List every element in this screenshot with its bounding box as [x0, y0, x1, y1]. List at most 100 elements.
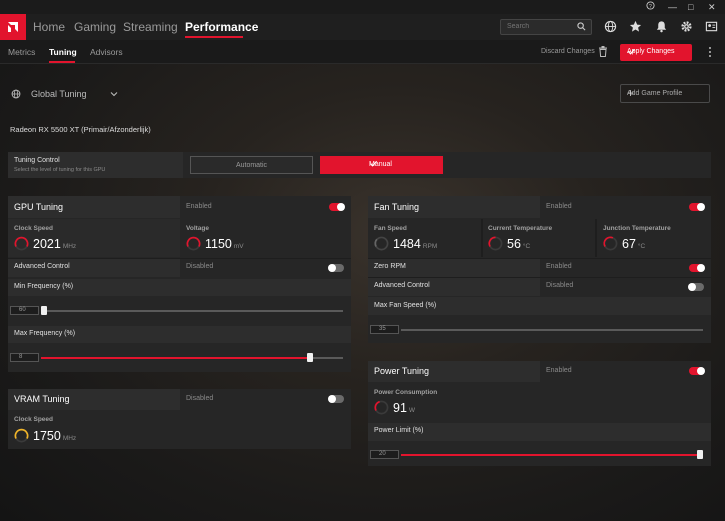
divider: [481, 219, 483, 257]
search-icon[interactable]: [577, 22, 586, 33]
power-consumption-value-row: 91 W: [393, 401, 415, 415]
automatic-option[interactable]: Automatic: [190, 156, 313, 174]
current-temperature-unit: °C: [522, 243, 531, 250]
tuning-control-subtitle: Select the level of tuning for this GPU: [14, 167, 106, 173]
vram-clock-speed-value: 1750: [33, 429, 61, 443]
gpu-tuning-toggle[interactable]: [329, 203, 345, 211]
minimize-icon[interactable]: —: [668, 1, 677, 13]
power-limit-fill: [401, 454, 699, 456]
junction-temperature-gauge: [603, 236, 618, 251]
star-icon[interactable]: [629, 20, 643, 34]
max-fan-speed-label: Max Fan Speed (%): [374, 302, 437, 309]
maximize-icon[interactable]: □: [688, 1, 693, 13]
zero-rpm-toggle[interactable]: [689, 264, 705, 272]
fan-speed-label: Fan Speed: [374, 225, 407, 232]
vram-tuning-toggle[interactable]: [328, 395, 344, 403]
voltage-label: Voltage: [186, 225, 209, 232]
fan-speed-gauge: [374, 236, 389, 251]
trash-icon[interactable]: [598, 46, 608, 59]
power-tuning-state: Enabled: [546, 367, 572, 374]
max-frequency-label: Max Frequency (%): [14, 330, 76, 337]
nav-active-indicator: [185, 36, 243, 38]
fan-advanced-control-state: Disabled: [546, 282, 574, 289]
power-consumption-gauge: [374, 400, 389, 415]
current-temperature-gauge: [488, 236, 503, 251]
clock-speed-unit: MHz: [62, 243, 77, 250]
fan-speed-value: 1484: [393, 237, 421, 251]
current-temperature-value-row: 56 °C: [507, 237, 530, 251]
power-limit-thumb[interactable]: [697, 450, 703, 459]
gpu-advanced-control-toggle[interactable]: [328, 264, 344, 272]
junction-temperature-value-row: 67 °C: [622, 237, 645, 251]
automatic-label: Automatic: [235, 161, 268, 169]
min-frequency-input[interactable]: 60: [10, 306, 39, 315]
fan-advanced-control-toggle[interactable]: [688, 283, 704, 291]
vram-clock-speed-unit: MHz: [62, 435, 77, 442]
fan-tuning-state: Enabled: [546, 203, 572, 210]
power-limit-label: Power Limit (%): [374, 427, 424, 434]
gear-icon[interactable]: [680, 20, 694, 34]
tab-metrics[interactable]: Metrics: [8, 47, 35, 57]
discard-changes-link[interactable]: Discard Changes: [541, 48, 595, 55]
check-icon: [627, 47, 686, 58]
clock-speed-value-row: 2021 MHz: [33, 237, 76, 251]
current-temperature-value: 56: [507, 237, 521, 251]
account-icon[interactable]: [705, 20, 719, 34]
vram-tuning-title: VRAM Tuning: [14, 394, 70, 404]
globe-icon[interactable]: [604, 20, 618, 34]
check-icon: [369, 159, 438, 170]
max-fan-speed-track[interactable]: [401, 329, 703, 331]
max-fan-speed-input[interactable]: 35: [370, 325, 399, 334]
min-frequency-track[interactable]: [41, 310, 343, 312]
fan-speed-value-row: 1484 RPM: [393, 237, 437, 251]
tab-active-indicator: [49, 61, 75, 63]
max-frequency-thumb[interactable]: [307, 353, 313, 362]
profile-selector[interactable]: Global Tuning: [31, 89, 87, 99]
voltage-value-row: 1150 mV: [205, 237, 244, 251]
vram-clock-speed-label: Clock Speed: [14, 416, 54, 423]
max-frequency-input[interactable]: 8: [10, 353, 39, 362]
search-input[interactable]: [507, 23, 571, 30]
voltage-gauge: [186, 236, 201, 251]
power-tuning-title: Power Tuning: [374, 366, 430, 376]
more-icon[interactable]: [708, 46, 712, 60]
tab-tuning[interactable]: Tuning: [49, 47, 77, 57]
search-field[interactable]: [500, 19, 592, 35]
add-game-profile-button[interactable]: Add Game Profile +: [620, 84, 710, 103]
power-consumption-value: 91: [393, 401, 407, 415]
help-icon[interactable]: ?: [646, 1, 655, 13]
voltage-value: 1150: [205, 237, 232, 251]
nav-home[interactable]: Home: [33, 19, 65, 35]
vram-tuning-state: Disabled: [186, 395, 214, 402]
fan-tuning-toggle[interactable]: [689, 203, 705, 211]
gpu-advanced-control-state: Disabled: [186, 263, 214, 270]
title-bar: ? — □ ✕: [0, 0, 725, 14]
zero-rpm-state: Enabled: [546, 263, 572, 270]
bell-icon[interactable]: [655, 20, 669, 34]
min-frequency-label: Min Frequency (%): [14, 283, 74, 290]
close-icon[interactable]: ✕: [708, 1, 716, 13]
min-frequency-thumb[interactable]: [41, 306, 47, 315]
amd-logo[interactable]: [0, 14, 26, 40]
zero-rpm-label: Zero RPM: [374, 263, 406, 270]
nav-performance[interactable]: Performance: [185, 19, 258, 35]
power-limit-input[interactable]: 20: [370, 450, 399, 459]
apply-changes-button[interactable]: Apply Changes: [620, 44, 692, 61]
gpu-tuning-title: GPU Tuning: [14, 202, 64, 212]
chevron-down-icon[interactable]: [110, 90, 118, 100]
svg-text:?: ?: [649, 4, 652, 10]
nav-streaming[interactable]: Streaming: [123, 19, 178, 35]
tuning-control-title: Tuning Control: [14, 157, 60, 164]
plus-icon: +: [627, 86, 635, 100]
junction-temperature-label: Junction Temperature: [603, 225, 671, 232]
power-tuning-toggle[interactable]: [689, 367, 705, 375]
tab-advisors[interactable]: Advisors: [90, 47, 123, 57]
manual-option[interactable]: Manual: [320, 156, 443, 174]
gpu-name: Radeon RX 5500 XT (Primair/Afzonderlijk): [10, 125, 151, 134]
junction-temperature-value: 67: [622, 237, 636, 251]
clock-speed-label: Clock Speed: [14, 225, 54, 232]
divider: [595, 219, 597, 257]
clock-speed-gauge: [14, 236, 29, 251]
power-consumption-unit: W: [408, 407, 416, 414]
nav-gaming[interactable]: Gaming: [74, 19, 116, 35]
